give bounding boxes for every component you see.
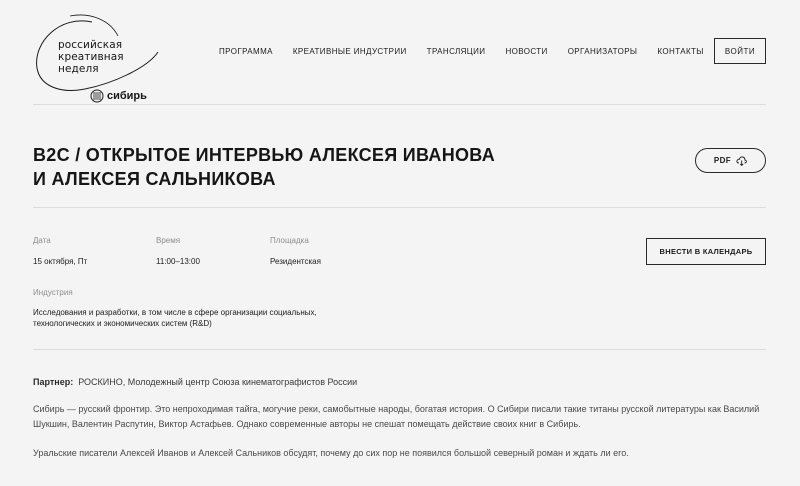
site-header: российская креативная неделя сибирь ПРОГ… — [0, 0, 800, 104]
logo-region: сибирь — [90, 88, 147, 104]
header-divider — [33, 104, 766, 105]
partner-value: РОСКИНО, Молодежный центр Союза кинемато… — [78, 377, 358, 387]
logo-region-label: сибирь — [107, 90, 147, 102]
title-divider — [33, 207, 766, 208]
download-cloud-icon — [736, 156, 747, 166]
partner-line: Партнер: РОСКИНО, Молодежный центр Союза … — [33, 377, 357, 387]
logo-line-1: российская — [58, 39, 123, 51]
description-paragraph: Сибирь — русский фронтир. Это непроходим… — [33, 404, 760, 429]
nav-item-creative-industries[interactable]: КРЕАТИВНЫЕ ИНДУСТРИИ — [293, 47, 407, 56]
nav-item-broadcasts[interactable]: ТРАНСЛЯЦИИ — [427, 47, 486, 56]
partner-label: Партнер: — [33, 377, 74, 387]
nav-item-contacts[interactable]: КОНТАКТЫ — [657, 47, 703, 56]
sibir-emblem-icon — [90, 89, 104, 103]
time-label: Время — [156, 236, 181, 245]
nav-item-news[interactable]: НОВОСТИ — [505, 47, 547, 56]
venue-label: Площадка — [270, 236, 309, 245]
logo-line-3: неделя — [58, 63, 99, 75]
logo-line-2: креативная — [58, 51, 124, 63]
date-value: 15 октября, Пт — [33, 257, 88, 266]
nav-item-organizers[interactable]: ОРГАНИЗАТОРЫ — [568, 47, 638, 56]
add-to-calendar-button[interactable]: ВНЕСТИ В КАЛЕНДАРЬ — [646, 238, 766, 265]
login-button[interactable]: ВОЙТИ — [714, 38, 766, 64]
pdf-download-button[interactable]: PDF — [695, 148, 766, 173]
industry-label: Индустрия — [33, 288, 73, 297]
industry-value: Исследования и разработки, в том числе в… — [33, 308, 317, 328]
info-divider — [33, 349, 766, 350]
site-logo[interactable]: российская креативная неделя сибирь — [30, 12, 180, 106]
time-value: 11:00–13:00 — [156, 257, 200, 266]
description-paragraph: Уральские писатели Алексей Иванов и Алек… — [33, 448, 629, 458]
venue-value: Резидентская — [270, 257, 321, 266]
date-label: Дата — [33, 236, 51, 245]
nav-item-program[interactable]: ПРОГРАММА — [219, 47, 273, 56]
pdf-label: PDF — [713, 156, 732, 165]
main-nav: ПРОГРАММА КРЕАТИВНЫЕ ИНДУСТРИИ ТРАНСЛЯЦИ… — [219, 45, 704, 57]
event-title: B2C / Открытое интервью Алексея Иванова … — [33, 145, 496, 189]
